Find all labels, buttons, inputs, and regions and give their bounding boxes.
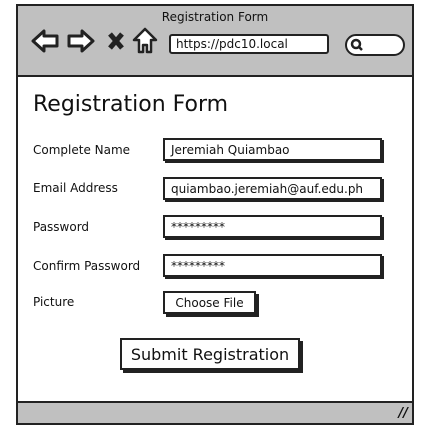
password-label: Password [33,220,90,234]
email-input[interactable]: quiambao.jeremiah@auf.edu.ph [163,177,382,200]
submit-registration-button[interactable]: Submit Registration [120,338,300,370]
back-icon[interactable] [30,26,60,56]
confirm-password-label: Confirm Password [33,259,141,273]
home-icon[interactable] [132,26,158,56]
resize-grip-icon[interactable]: // [399,406,409,421]
stop-icon[interactable] [106,26,126,56]
complete-name-input[interactable]: Jeremiah Quiambao [163,138,382,161]
complete-name-label: Complete Name [33,143,131,157]
email-label: Email Address [33,181,118,195]
forward-icon[interactable] [66,26,96,56]
choose-file-button[interactable]: Choose File [163,291,256,314]
status-bar: // [18,401,412,423]
browser-toolbar: Registration Form https://pdc10.local [18,6,412,77]
search-icon [350,38,363,51]
password-input[interactable]: ********* [163,215,382,238]
confirm-password-input[interactable]: ********* [163,254,382,277]
address-bar[interactable]: https://pdc10.local [169,34,329,54]
page-title: Registration Form [33,92,229,117]
search-field[interactable] [345,34,405,56]
picture-label: Picture [33,295,75,309]
window-title: Registration Form [161,10,269,24]
